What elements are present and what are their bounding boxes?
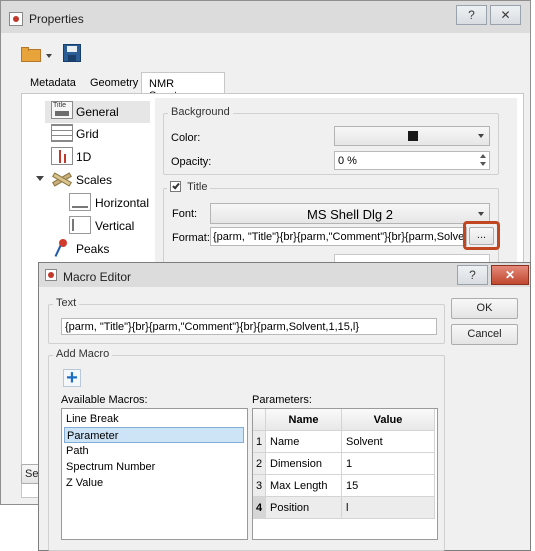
- param-name-cell[interactable]: Max Length: [266, 475, 342, 497]
- tab-geometry[interactable]: Geometry: [83, 72, 145, 94]
- macro-item-line-break[interactable]: Line Break: [64, 411, 244, 427]
- param-value-cell[interactable]: Solvent: [342, 431, 435, 453]
- font-value: MS Shell Dlg 2: [307, 207, 393, 222]
- parameters-table: Name Value 1 Name Solvent 2 Dimension 1 …: [252, 408, 438, 540]
- title-icon: Title: [51, 101, 73, 119]
- tree-view: Title General Grid 1D Scales Horizontal …: [27, 98, 151, 268]
- plus-icon: +: [66, 367, 78, 389]
- macro-item-z-value[interactable]: Z Value: [64, 475, 244, 491]
- opacity-label: Opacity:: [171, 156, 212, 168]
- macro-close-button[interactable]: ✕: [491, 265, 529, 285]
- row-number: 1: [253, 431, 266, 453]
- tab-nmr-spectrum[interactable]: NMR Spectrum: [141, 72, 225, 102]
- param-value-cell[interactable]: l: [342, 497, 435, 519]
- open-folder-icon[interactable]: [21, 47, 43, 63]
- column-header-value[interactable]: Value: [342, 409, 435, 431]
- font-dropdown-icon: [478, 211, 484, 216]
- add-macro-group-label: Add Macro: [53, 348, 113, 360]
- background-group-label: Background: [168, 106, 233, 118]
- available-macros-label: Available Macros:: [61, 394, 148, 406]
- app-icon: [9, 12, 23, 26]
- format-label: Format:: [172, 232, 210, 244]
- macro-text-value: {parm, "Title"}{br}{parm,"Comment"}{br}{…: [65, 321, 360, 333]
- macro-item-path[interactable]: Path: [64, 443, 244, 459]
- properties-help-button[interactable]: ?: [456, 5, 487, 25]
- macro-item-spectrum-number[interactable]: Spectrum Number: [64, 459, 244, 475]
- properties-title: Properties: [29, 12, 84, 26]
- macro-editor-window: Macro Editor ? ✕ Text {parm, "Title"}{br…: [38, 262, 531, 551]
- param-name-cell[interactable]: Dimension: [266, 453, 342, 475]
- color-picker[interactable]: [334, 126, 490, 146]
- opacity-value: 0 %: [338, 155, 357, 167]
- tab-bar: Metadata Geometry NMR Spectrum: [21, 72, 521, 102]
- available-macros-list[interactable]: Line Break Parameter Path Spectrum Numbe…: [61, 408, 248, 540]
- scales-expand-icon[interactable]: [36, 176, 44, 181]
- vertical-scale-icon: [69, 216, 91, 234]
- text-group-label: Text: [53, 297, 80, 309]
- tree-item-1d[interactable]: 1D: [76, 147, 91, 167]
- horizontal-scale-icon: [69, 193, 91, 211]
- ok-button[interactable]: OK: [451, 298, 518, 319]
- format-value: {parm, "Title"}{br}{parm,"Comment"}{br}{…: [213, 231, 467, 243]
- font-selector[interactable]: MS Shell Dlg 2: [210, 203, 490, 224]
- tree-item-scales[interactable]: Scales: [76, 170, 112, 190]
- row-number: 3: [253, 475, 266, 497]
- spin-down-icon[interactable]: [480, 162, 486, 166]
- parameters-label: Parameters:: [252, 394, 312, 406]
- color-dropdown-icon: [478, 134, 484, 138]
- row-number: 2: [253, 453, 266, 475]
- title-group-label: Title: [187, 181, 208, 193]
- param-value-cell[interactable]: 15: [342, 475, 435, 497]
- param-value-cell[interactable]: 1: [342, 453, 435, 475]
- tab-metadata[interactable]: Metadata: [23, 72, 83, 94]
- peaks-icon: [51, 239, 73, 259]
- add-macro-button[interactable]: +: [63, 367, 81, 389]
- tree-item-grid[interactable]: Grid: [76, 124, 99, 144]
- spectrum-1d-icon: [51, 147, 73, 165]
- tree-item-peaks[interactable]: Peaks: [76, 239, 109, 259]
- ellipsis-button[interactable]: ...: [469, 227, 494, 245]
- font-label: Font:: [172, 208, 198, 220]
- column-header-name[interactable]: Name: [266, 409, 342, 431]
- properties-close-button[interactable]: ✕: [490, 5, 521, 25]
- macro-item-parameter[interactable]: Parameter: [64, 427, 244, 443]
- macro-editor-title: Macro Editor: [63, 270, 132, 284]
- param-name-cell[interactable]: Position: [266, 497, 342, 519]
- format-field[interactable]: {parm, "Title"}{br}{parm,"Comment"}{br}{…: [210, 227, 467, 246]
- tree-item-vertical[interactable]: Vertical: [95, 216, 134, 236]
- param-name-cell[interactable]: Name: [266, 431, 342, 453]
- macro-editor-icon: [45, 269, 57, 281]
- row-number: 4: [253, 497, 266, 519]
- opacity-spinbox[interactable]: 0 %: [334, 151, 490, 170]
- tree-item-general[interactable]: General: [76, 102, 119, 122]
- color-label: Color:: [171, 132, 201, 144]
- grid-icon: [51, 124, 73, 142]
- title-group-header: Title: [167, 181, 211, 195]
- save-icon[interactable]: [63, 44, 81, 62]
- spin-up-icon[interactable]: [480, 154, 486, 158]
- title-icon-text: Title: [53, 102, 66, 109]
- macro-text-input[interactable]: {parm, "Title"}{br}{parm,"Comment"}{br}{…: [61, 318, 437, 335]
- scales-icon: [51, 170, 73, 188]
- table-corner: [253, 409, 266, 431]
- open-folder-dropdown-icon[interactable]: [46, 54, 52, 58]
- tree-item-horizontal[interactable]: Horizontal: [95, 193, 149, 213]
- color-swatch: [408, 131, 418, 141]
- cancel-button[interactable]: Cancel: [451, 324, 518, 345]
- title-checkbox[interactable]: [170, 181, 181, 192]
- macro-help-button[interactable]: ?: [457, 265, 488, 285]
